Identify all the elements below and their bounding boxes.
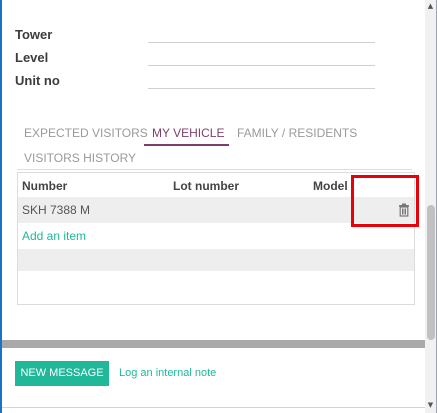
- scrollbar-thumb[interactable]: [427, 205, 435, 340]
- add-item-link[interactable]: Add an item: [22, 229, 86, 243]
- field-label-unit-no: Unit no: [15, 73, 60, 88]
- active-tab-underline: [144, 144, 229, 146]
- tower-input[interactable]: [148, 42, 375, 43]
- tabs-divider: [17, 169, 412, 170]
- chatter-panel: NEW MESSAGE Log an internal note: [2, 348, 425, 413]
- unit-no-input[interactable]: [148, 88, 375, 89]
- level-input[interactable]: [148, 65, 375, 66]
- tab-expected-visitors[interactable]: EXPECTED VISITORS: [24, 126, 148, 140]
- scroll-up-arrow-icon[interactable]: ▲: [426, 2, 435, 11]
- field-label-tower: Tower: [15, 27, 53, 42]
- tab-family-residents[interactable]: FAMILY / RESIDENTS: [237, 126, 357, 140]
- empty-row: [18, 249, 414, 271]
- column-header-model[interactable]: Model: [313, 179, 348, 193]
- bottom-divider: [2, 407, 425, 408]
- vehicle-number-cell[interactable]: SKH 7388 M: [22, 203, 90, 217]
- form-sheet: Tower Level Unit no EXPECTED VISITORS MY…: [2, 0, 424, 340]
- column-header-number[interactable]: Number: [22, 179, 67, 193]
- section-separator-bar: [2, 340, 425, 348]
- field-label-level: Level: [15, 50, 49, 65]
- scroll-down-arrow-icon[interactable]: ▼: [426, 401, 435, 410]
- highlight-annotation-box: [351, 175, 419, 227]
- log-internal-note-link[interactable]: Log an internal note: [119, 367, 216, 379]
- tab-my-vehicle[interactable]: MY VEHICLE: [152, 126, 224, 140]
- tab-visitors-history[interactable]: VISITORS HISTORY: [24, 151, 136, 165]
- empty-row: [18, 271, 414, 304]
- column-header-lot-number[interactable]: Lot number: [173, 179, 239, 193]
- new-message-button[interactable]: NEW MESSAGE: [15, 361, 109, 386]
